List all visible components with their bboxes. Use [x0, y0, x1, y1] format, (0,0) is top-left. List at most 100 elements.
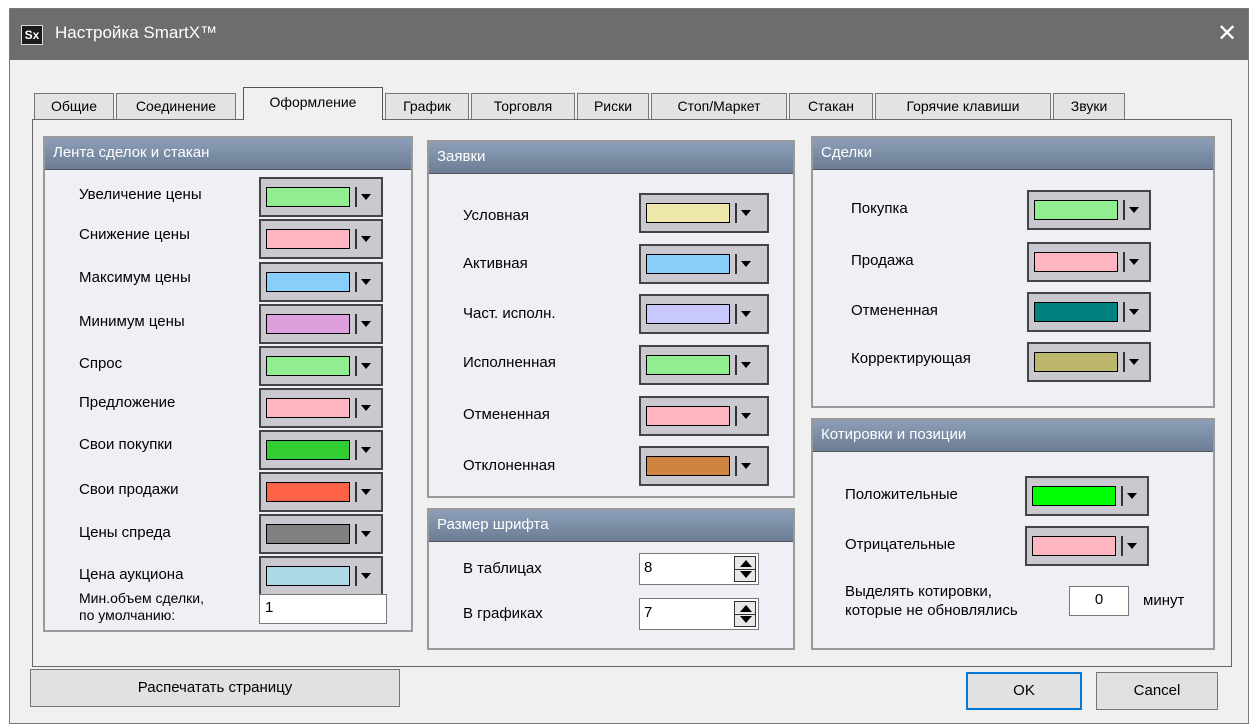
quotes-group-header: Котировки и позиции: [813, 420, 1213, 452]
rejected-order-color-picker[interactable]: [639, 446, 769, 486]
filled-order-color-picker[interactable]: [639, 345, 769, 385]
quotes-group: Котировки и позиции Положительные Отрица…: [811, 418, 1215, 650]
color-swatch: [1034, 302, 1118, 322]
separator: [1123, 252, 1125, 272]
close-icon[interactable]: ✕: [1212, 19, 1242, 49]
color-swatch: [646, 254, 730, 274]
ask-label: Предложение: [79, 394, 176, 411]
separator: [355, 272, 357, 292]
font-size-group-header: Размер шрифта: [429, 510, 793, 542]
ok-button[interactable]: OK: [966, 672, 1082, 710]
tab-sounds[interactable]: Звуки: [1053, 93, 1125, 120]
partially-filled-color-picker[interactable]: [639, 294, 769, 334]
color-swatch: [646, 456, 730, 476]
sell-color-picker[interactable]: [1027, 242, 1151, 282]
price-up-color-picker[interactable]: [259, 177, 383, 217]
separator: [355, 229, 357, 249]
tab-trading[interactable]: Торговля: [471, 93, 575, 120]
dropdown-arrow-icon: [361, 447, 371, 453]
tab-appearance[interactable]: Оформление: [243, 87, 383, 120]
cancelled-deal-label: Отмененная: [851, 302, 938, 319]
tab-connection[interactable]: Соединение: [116, 93, 236, 120]
dropdown-arrow-icon: [361, 489, 371, 495]
appearance-panel: Лента сделок и стакан Увеличение цены Сн…: [32, 119, 1232, 667]
dropdown-arrow-icon: [1127, 543, 1137, 549]
color-swatch: [266, 356, 350, 376]
cancelled-deal-color-picker[interactable]: [1027, 292, 1151, 332]
own-sells-color-picker[interactable]: [259, 472, 383, 512]
separator: [735, 254, 737, 274]
tab-chart[interactable]: График: [385, 93, 469, 120]
bid-color-picker[interactable]: [259, 346, 383, 386]
spread-prices-color-picker[interactable]: [259, 514, 383, 554]
own-buys-color-picker[interactable]: [259, 430, 383, 470]
stale-minutes-input[interactable]: 0: [1069, 586, 1129, 616]
price-down-color-picker[interactable]: [259, 219, 383, 259]
dropdown-arrow-icon: [741, 463, 751, 469]
color-swatch: [266, 524, 350, 544]
active-order-color-picker[interactable]: [639, 244, 769, 284]
tables-font-spinner[interactable]: 8: [639, 553, 759, 585]
tab-order-book[interactable]: Стакан: [789, 93, 873, 120]
tab-risks[interactable]: Риски: [577, 93, 649, 120]
spin-up-icon[interactable]: [740, 605, 752, 612]
price-min-color-picker[interactable]: [259, 304, 383, 344]
auction-price-color-picker[interactable]: [259, 556, 383, 596]
active-order-label: Активная: [463, 255, 528, 272]
cancel-button[interactable]: Cancel: [1096, 672, 1218, 710]
price-max-color-picker[interactable]: [259, 262, 383, 302]
spin-down-icon[interactable]: [740, 571, 752, 578]
negative-label: Отрицательные: [845, 536, 956, 553]
tables-font-value: 8: [644, 559, 653, 576]
dropdown-arrow-icon: [741, 413, 751, 419]
separator: [1123, 302, 1125, 322]
dropdown-arrow-icon: [361, 573, 371, 579]
deals-group-header: Сделки: [813, 138, 1213, 170]
spin-arrows[interactable]: [734, 556, 756, 582]
ask-color-picker[interactable]: [259, 388, 383, 428]
separator: [1123, 352, 1125, 372]
dropdown-arrow-icon: [741, 311, 751, 317]
color-swatch: [646, 355, 730, 375]
window-title: Настройка SmartX™: [55, 23, 218, 42]
spin-arrows[interactable]: [734, 601, 756, 627]
print-page-button[interactable]: Распечатать страницу: [30, 669, 400, 707]
spin-down-icon[interactable]: [740, 616, 752, 623]
tab-general[interactable]: Общие: [34, 93, 114, 120]
color-swatch: [1034, 200, 1118, 220]
separator: [355, 187, 357, 207]
color-swatch: [1034, 352, 1118, 372]
cancelled-order-color-picker[interactable]: [639, 396, 769, 436]
color-swatch: [266, 272, 350, 292]
corrective-deal-color-picker[interactable]: [1027, 342, 1151, 382]
color-swatch: [266, 398, 350, 418]
separator: [735, 614, 755, 615]
min-volume-input[interactable]: 1: [259, 594, 387, 624]
charts-font-label: В графиках: [463, 605, 543, 622]
negative-color-picker[interactable]: [1025, 526, 1149, 566]
tab-hotkeys[interactable]: Горячие клавиши: [875, 93, 1051, 120]
color-swatch: [266, 482, 350, 502]
spin-up-icon[interactable]: [740, 560, 752, 567]
tab-stop-market[interactable]: Стоп/Маркет: [651, 93, 787, 120]
dropdown-arrow-icon: [1129, 359, 1139, 365]
dropdown-arrow-icon: [741, 210, 751, 216]
price-up-label: Увеличение цены: [79, 186, 202, 203]
positive-label: Положительные: [845, 486, 958, 503]
buy-color-picker[interactable]: [1027, 190, 1151, 230]
color-swatch: [646, 406, 730, 426]
font-size-group: Размер шрифта В таблицах 8 В графиках 7: [427, 508, 795, 650]
dropdown-arrow-icon: [1129, 309, 1139, 315]
separator: [355, 524, 357, 544]
charts-font-spinner[interactable]: 7: [639, 598, 759, 630]
buy-label: Покупка: [851, 200, 908, 217]
dropdown-arrow-icon: [361, 531, 371, 537]
conditional-order-label: Условная: [463, 207, 530, 224]
dropdown-arrow-icon: [1127, 493, 1137, 499]
color-swatch: [266, 566, 350, 586]
positive-color-picker[interactable]: [1025, 476, 1149, 516]
filled-order-label: Исполненная: [463, 354, 556, 371]
min-volume-label-line1: Мин.объем сделки,: [79, 590, 204, 606]
cancelled-order-label: Отмененная: [463, 406, 550, 423]
conditional-order-color-picker[interactable]: [639, 193, 769, 233]
